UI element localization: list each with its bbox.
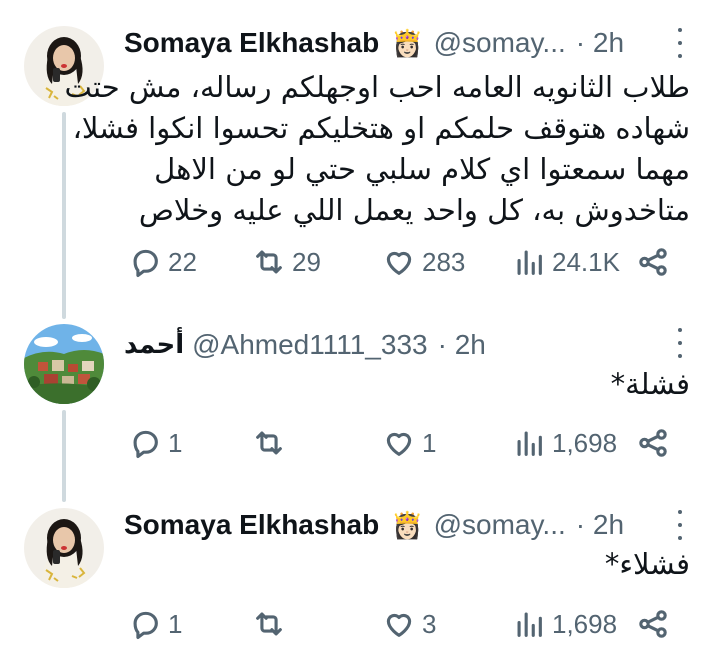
tweet-actions: 1 3 1,698 (124, 604, 690, 644)
share-button[interactable] (636, 604, 670, 644)
display-name[interactable]: Somaya Elkhashab (124, 509, 379, 541)
reply-button[interactable]: 1 (128, 423, 182, 463)
views-icon (517, 431, 542, 456)
tweet-text-line: متاخدوش به، كل واحد يعمل اللي عليه وخلاص (138, 193, 690, 227)
more-icon[interactable] (674, 328, 686, 358)
timestamp[interactable]: · 2h (576, 509, 624, 541)
avatar[interactable] (24, 324, 104, 404)
timestamp[interactable]: · 2h (438, 329, 486, 361)
retweet-count: 29 (292, 246, 321, 277)
retweet-button[interactable] (252, 423, 292, 463)
retweet-icon (256, 612, 282, 636)
tweet-header: أحمد @Ahmed1111_333 · 2h (124, 328, 486, 362)
reply-count: 22 (168, 246, 197, 277)
share-icon (639, 429, 667, 457)
user-handle[interactable]: @somay... (434, 509, 566, 541)
retweet-icon (256, 431, 282, 455)
tweet-text-line: مهما سمعتوا اي كلام سلبي حتي لو من الاهل (154, 152, 690, 186)
views-button[interactable]: 1,698 (512, 604, 617, 644)
princess-badge-icon: 👸🏻 (391, 510, 424, 540)
tweet-text: فشلة* (611, 364, 690, 405)
tweet-actions: 22 29 283 24.1K (124, 242, 690, 282)
reply-icon (133, 611, 158, 640)
like-icon (386, 251, 412, 275)
reply-icon (133, 430, 158, 459)
like-button[interactable]: 3 (382, 604, 436, 644)
avatar[interactable] (24, 508, 104, 588)
avatar-image (24, 324, 104, 404)
thread-line (62, 410, 66, 502)
timestamp[interactable]: · 2h (576, 27, 624, 59)
views-button[interactable]: 24.1K (512, 242, 620, 282)
display-name[interactable]: Somaya Elkhashab (124, 27, 379, 59)
tweet-header: Somaya Elkhashab 👸🏻 @somay... · 2h (124, 26, 624, 60)
reply-count: 1 (168, 608, 183, 639)
tweet-text: طلاب الثانويه العامه احب اوجهلكم رساله، … (65, 67, 690, 231)
share-icon (639, 248, 667, 276)
avatar-image (24, 508, 104, 588)
views-icon (517, 250, 542, 275)
retweet-icon (256, 250, 282, 274)
like-count: 1 (422, 427, 437, 458)
tweet-header: Somaya Elkhashab 👸🏻 @somay... · 2h (124, 508, 624, 542)
princess-badge-icon: 👸🏻 (391, 28, 424, 58)
reply-icon (133, 249, 158, 278)
more-icon[interactable] (674, 28, 686, 58)
tweet-text-line: شهاده هتوقف حلمكم او هتخليكم تحسوا انكوا… (72, 111, 690, 145)
share-icon (639, 610, 667, 638)
views-count: 1,698 (552, 427, 618, 458)
tweet-text-line: طلاب الثانويه العامه احب اوجهلكم رساله، … (64, 70, 690, 104)
user-handle[interactable]: @somay... (434, 27, 566, 59)
views-count: 1,698 (552, 608, 618, 639)
views-count: 24.1K (552, 246, 620, 277)
like-count: 3 (422, 608, 437, 639)
like-icon (386, 432, 412, 456)
retweet-button[interactable]: 29 (252, 242, 321, 282)
tweet-text: فشلاء* (605, 544, 690, 585)
views-button[interactable]: 1,698 (512, 423, 617, 463)
tweet-text-line: فشلة* (610, 367, 690, 401)
reply-count: 1 (168, 427, 183, 458)
share-button[interactable] (636, 423, 670, 463)
retweet-button[interactable] (252, 604, 292, 644)
user-handle[interactable]: @Ahmed1111_333 (192, 329, 427, 361)
tweet-text-line: فشلاء* (604, 547, 690, 581)
tweet-actions: 1 1 1,698 (124, 423, 690, 463)
share-button[interactable] (636, 242, 670, 282)
like-count: 283 (422, 246, 466, 277)
display-name[interactable]: أحمد (124, 330, 184, 360)
like-button[interactable]: 283 (382, 242, 465, 282)
reply-button[interactable]: 22 (128, 242, 197, 282)
reply-button[interactable]: 1 (128, 604, 182, 644)
more-icon[interactable] (674, 510, 686, 540)
like-icon (386, 613, 412, 637)
like-button[interactable]: 1 (382, 423, 436, 463)
views-icon (517, 612, 542, 637)
